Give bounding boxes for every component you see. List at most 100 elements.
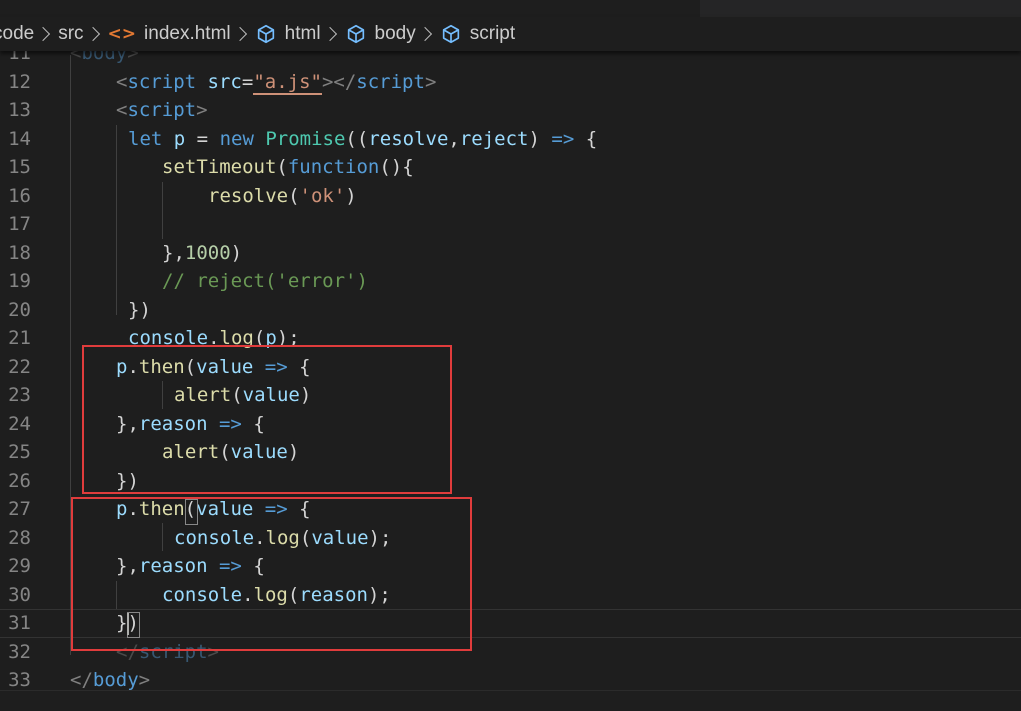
token: body: [81, 51, 128, 64]
line-number: 24: [8, 412, 31, 435]
line-number: 16: [8, 184, 31, 207]
breadcrumb-label: index.html: [144, 23, 231, 44]
code-text: },1000): [162, 239, 242, 268]
code-line-resolve-call[interactable]: 16 resolve('ok'): [0, 182, 1021, 211]
line-number: 12: [8, 70, 31, 93]
line-number: 11: [8, 51, 31, 64]
line-number: 23: [8, 384, 31, 406]
token: },: [162, 241, 185, 264]
code-text: resolve('ok'): [208, 182, 357, 211]
token: resolve: [368, 127, 449, 150]
token: 1000: [184, 241, 231, 264]
token: =>: [551, 127, 575, 150]
code-line-blank[interactable]: 17: [0, 210, 1021, 239]
breadcrumb-item-file[interactable]: <> index.html: [108, 23, 231, 45]
line-number: 32: [8, 640, 31, 663]
token: >: [138, 669, 151, 691]
code-text: // reject('error'): [162, 267, 368, 296]
line-number: 20: [8, 298, 31, 321]
token: script: [356, 70, 425, 93]
code-line-script-open[interactable]: 13 <script>: [0, 96, 1021, 125]
line-number: 15: [8, 156, 31, 178]
breadcrumb-label: html: [284, 23, 321, 44]
line-number: 28: [8, 526, 31, 549]
token: <: [70, 51, 82, 64]
line-number: 14: [8, 127, 31, 150]
annotation-box-then-1: [82, 345, 452, 494]
breadcrumb-item-code[interactable]: code: [0, 23, 34, 45]
token: {: [574, 127, 598, 150]
chevron-right-icon: [417, 26, 432, 42]
token: p: [173, 127, 186, 150]
token: let: [128, 127, 163, 150]
breadcrumb-label: body: [374, 23, 416, 44]
active-tab[interactable]: [0, 0, 700, 17]
line-number: 21: [8, 327, 31, 349]
code-text: let p = new Promise((resolve,reject) => …: [128, 125, 597, 154]
token: ></: [321, 70, 357, 93]
token: resolve: [208, 184, 289, 207]
token: new: [219, 127, 254, 150]
token: ): [528, 127, 552, 150]
code-line-script-src[interactable]: 12 <script src="a.js"></script>: [0, 68, 1021, 97]
token: "a.js": [253, 70, 322, 95]
indent-guide: [116, 125, 117, 315]
token: <: [116, 70, 128, 93]
token: // reject('error'): [162, 270, 368, 292]
token: =: [241, 70, 254, 93]
chevron-right-icon: [85, 26, 100, 42]
tab-strip: [0, 0, 1021, 17]
token: (: [276, 156, 288, 178]
breadcrumb-label: src: [58, 23, 84, 44]
editor-bottom-edge: [0, 690, 1021, 711]
token: 'ok': [299, 184, 346, 207]
token: </: [70, 669, 93, 691]
code-line-comment[interactable]: 19 // reject('error'): [0, 267, 1021, 296]
breadcrumb-label: code: [0, 23, 35, 44]
line-number: 17: [8, 213, 31, 235]
token: (: [288, 184, 300, 207]
line-number: 22: [8, 355, 31, 378]
line-number: 31: [8, 612, 31, 634]
token: ((: [345, 127, 369, 150]
token: body: [92, 669, 139, 691]
token: (){: [379, 156, 414, 178]
token: >: [127, 51, 139, 64]
code-line-open-body[interactable]: 11 <body>: [0, 51, 1021, 68]
token: >: [196, 99, 208, 121]
token: ): [345, 184, 357, 207]
token: function: [287, 156, 380, 178]
token: script: [127, 99, 197, 121]
breadcrumb-item-html[interactable]: html: [255, 23, 321, 45]
line-number: 30: [8, 583, 31, 606]
token: Promise: [265, 127, 346, 150]
token: src: [207, 70, 242, 93]
code-text: <script>: [116, 96, 208, 125]
line-number: 29: [8, 555, 31, 577]
breadcrumb-item-script[interactable]: script: [440, 23, 515, 45]
chevron-right-icon: [36, 26, 51, 42]
breadcrumb: code src <> index.html html body script: [0, 17, 1021, 51]
code-line-set-timeout[interactable]: 15 setTimeout(function(){: [0, 153, 1021, 182]
code-line-timeout-close[interactable]: 18},1000): [0, 239, 1021, 268]
token: ,: [448, 127, 460, 150]
token: reject: [459, 127, 529, 150]
code-line-promise-close[interactable]: 20}): [0, 296, 1021, 325]
token: ): [230, 241, 243, 264]
symbol-element-icon: [347, 24, 364, 44]
breadcrumb-item-body[interactable]: body: [345, 23, 416, 45]
code-line-let-promise[interactable]: 14 let p = new Promise((resolve,reject) =…: [0, 125, 1021, 154]
token: setTimeout: [162, 156, 277, 178]
code-editor[interactable]: 11 <body> 12 <script src="a.js"></script> 13…: [0, 51, 1021, 710]
token: script: [127, 70, 197, 93]
chevron-right-icon: [322, 26, 337, 42]
breadcrumb-label: script: [469, 23, 516, 44]
code-text: <script src="a.js"></script>: [116, 68, 436, 97]
indent-guide: [162, 182, 163, 239]
symbol-element-icon: [442, 24, 459, 44]
annotation-box-then-2: [71, 497, 472, 651]
breadcrumb-item-src[interactable]: src: [58, 23, 83, 45]
